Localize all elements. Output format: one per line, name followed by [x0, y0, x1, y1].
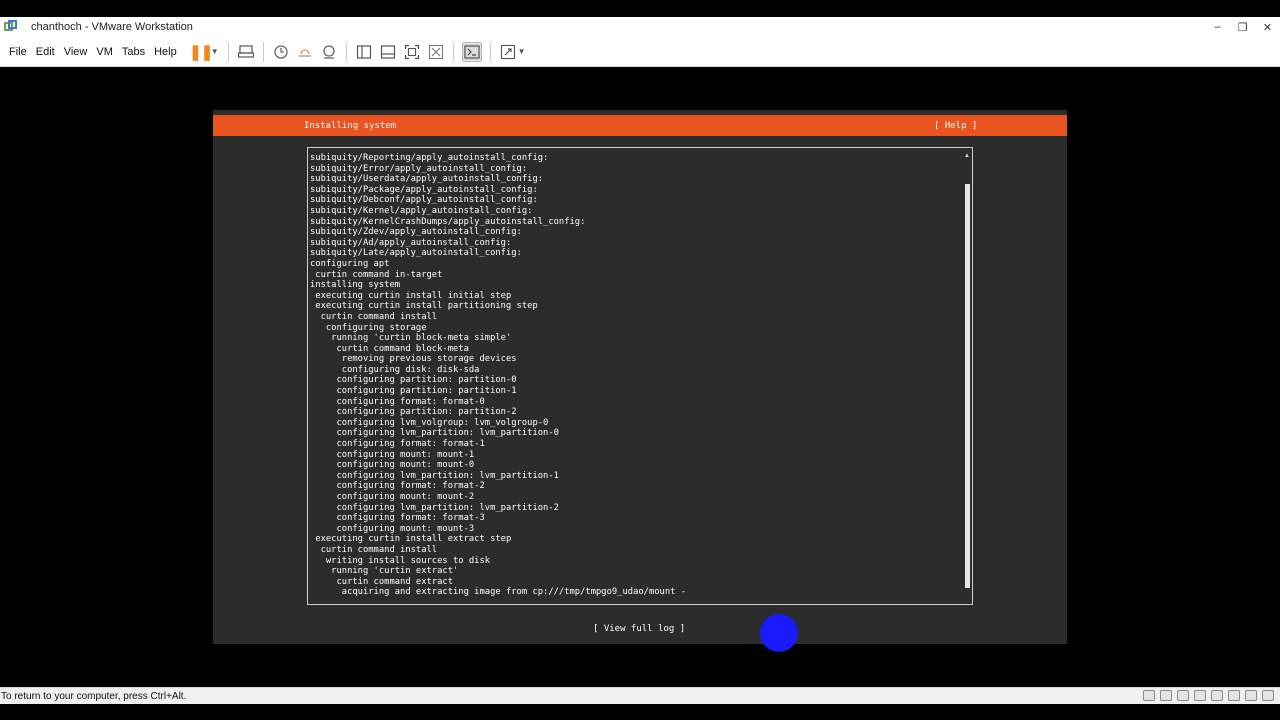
log-line: executing curtin install initial step — [310, 290, 512, 301]
log-line: writing install sources to disk — [310, 555, 491, 566]
installer-title: Installing system — [304, 121, 397, 131]
log-line: curtin command block-meta — [310, 343, 469, 354]
log-line: configuring format: format-2 — [310, 481, 485, 492]
log-line: configuring lvm_partition: lvm_partition… — [310, 428, 559, 439]
toolbar-separator — [489, 41, 491, 62]
scroll-up-icon[interactable]: ▲ — [964, 152, 970, 160]
install-log: subiquity/Reporting/apply_autoinstall_co… — [310, 153, 686, 598]
thumbnail-icon[interactable] — [379, 43, 397, 61]
log-line: configuring disk: disk-sda — [310, 364, 480, 375]
log-line: configuring partition: partition-1 — [310, 386, 517, 397]
installer-header: Installing system [ Help ] — [213, 115, 1067, 136]
log-line: running 'curtin block-meta simple' — [310, 333, 512, 344]
toolbar-separator — [452, 41, 454, 62]
log-line: installing system — [310, 280, 401, 291]
toolbar-separator — [227, 41, 229, 62]
device-icons — [1138, 690, 1274, 701]
network-adapter-icon[interactable] — [1177, 690, 1189, 701]
log-line: subiquity/Error/apply_autoinstall_config… — [310, 163, 528, 174]
log-line: configuring format: format-3 — [310, 513, 485, 524]
log-line: configuring partition: partition-2 — [310, 407, 517, 418]
window-titlebar: chanthoch - VMware Workstation – ❐ ✕ — [0, 17, 1280, 37]
log-line: configuring mount: mount-3 — [310, 523, 475, 534]
log-line: subiquity/Package/apply_autoinstall_conf… — [310, 184, 538, 195]
snapshot-icon[interactable] — [272, 43, 290, 61]
log-line: configuring format: format-0 — [310, 396, 485, 407]
menu-tabs[interactable]: Tabs — [122, 46, 145, 58]
log-line: configuring mount: mount-0 — [310, 460, 475, 471]
message-log-icon[interactable] — [1262, 690, 1274, 701]
pause-icon[interactable]: ❚❚ — [189, 43, 213, 61]
log-line: configuring lvm_partition: lvm_partition… — [310, 502, 559, 513]
revert-snapshot-icon[interactable] — [296, 43, 314, 61]
vmware-logo-icon — [4, 20, 18, 34]
log-line: curtin command install — [310, 544, 438, 555]
log-line: subiquity/Late/apply_autoinstall_config: — [310, 248, 522, 259]
ubuntu-installer-panel: Installing system [ Help ] subiquity/Rep… — [213, 110, 1067, 644]
snapshot-manager-icon[interactable] — [320, 43, 338, 61]
log-line: configuring mount: mount-2 — [310, 492, 475, 502]
toolbar-separator — [345, 41, 347, 62]
stretch-dropdown-icon[interactable]: ▼ — [518, 47, 526, 56]
log-line: subiquity/Reporting/apply_autoinstall_co… — [310, 153, 549, 163]
log-line: running 'curtin extract' — [310, 566, 459, 577]
status-message: To return to your computer, press Ctrl+A… — [1, 691, 187, 702]
log-line: configuring lvm_partition: lvm_partition… — [310, 470, 559, 481]
log-line: subiquity/Ad/apply_autoinstall_config: — [310, 237, 512, 248]
log-line: executing curtin install extract step — [310, 534, 512, 545]
vm-console[interactable]: Installing system [ Help ] subiquity/Rep… — [0, 67, 1280, 687]
help-button[interactable]: [ Help ] — [934, 121, 977, 131]
library-icon[interactable] — [355, 43, 373, 61]
view-full-log-button[interactable]: [ View full log ] — [593, 624, 685, 634]
log-line: subiquity/Userdata/apply_autoinstall_con… — [310, 174, 544, 185]
log-line: configuring partition: partition-0 — [310, 375, 517, 386]
log-line: executing curtin install partitioning st… — [310, 301, 538, 312]
unity-icon[interactable] — [427, 43, 445, 61]
restore-button[interactable]: ❐ — [1230, 17, 1255, 37]
cursor-highlight — [760, 614, 798, 652]
send-keys-icon[interactable] — [237, 43, 255, 61]
printer-icon[interactable] — [1228, 690, 1240, 701]
menu-view[interactable]: View — [64, 46, 88, 58]
window-title: chanthoch - VMware Workstation — [31, 21, 193, 33]
full-screen-icon[interactable] — [403, 43, 421, 61]
status-bar: To return to your computer, press Ctrl+A… — [0, 687, 1280, 705]
log-line: configuring mount: mount-1 — [310, 449, 475, 460]
log-line: subiquity/KernelCrashDumps/apply_autoins… — [310, 216, 586, 227]
log-line: configuring storage — [310, 322, 427, 333]
menu-edit[interactable]: Edit — [36, 46, 55, 58]
scroll-thumb[interactable] — [965, 184, 970, 588]
log-line: configuring format: format-1 — [310, 439, 485, 450]
close-button[interactable]: ✕ — [1255, 17, 1280, 37]
log-line: curtin command extract — [310, 576, 453, 587]
window-controls: – ❐ ✕ — [1205, 17, 1280, 37]
console-icon[interactable] — [461, 41, 482, 62]
menu-help[interactable]: Help — [154, 46, 177, 58]
install-log-box: subiquity/Reporting/apply_autoinstall_co… — [307, 147, 973, 605]
letterbox-top — [0, 0, 1280, 17]
minimize-button[interactable]: – — [1205, 17, 1230, 37]
menu-toolbar: File Edit View VM Tabs Help ❚❚ ▼ ▼ — [0, 37, 1280, 67]
log-line: subiquity/Debconf/apply_autoinstall_conf… — [310, 195, 538, 206]
log-line: removing previous storage devices — [310, 354, 517, 365]
usb-controller-icon[interactable] — [1194, 690, 1206, 701]
menu-file[interactable]: File — [9, 46, 27, 58]
display-icon[interactable] — [1245, 690, 1257, 701]
letterbox-bottom — [0, 704, 1280, 720]
log-line: configuring lvm_volgroup: lvm_volgroup-0 — [310, 417, 549, 428]
menu-vm[interactable]: VM — [96, 46, 113, 58]
log-line: configuring apt — [310, 258, 390, 269]
hard-disk-icon[interactable] — [1143, 690, 1155, 701]
log-line: acquiring and extracting image from cp:/… — [310, 587, 687, 598]
log-line: subiquity/Zdev/apply_autoinstall_config: — [310, 227, 522, 238]
log-line: subiquity/Kernel/apply_autoinstall_confi… — [310, 205, 533, 216]
log-scrollbar[interactable]: ▲ — [964, 152, 970, 600]
stretch-icon[interactable] — [499, 43, 517, 61]
toolbar-separator — [262, 41, 264, 62]
log-line: curtin command in-target — [310, 269, 443, 280]
log-line: curtin command install — [310, 311, 438, 322]
cd-dvd-icon[interactable] — [1160, 690, 1172, 701]
sound-card-icon[interactable] — [1211, 690, 1223, 701]
